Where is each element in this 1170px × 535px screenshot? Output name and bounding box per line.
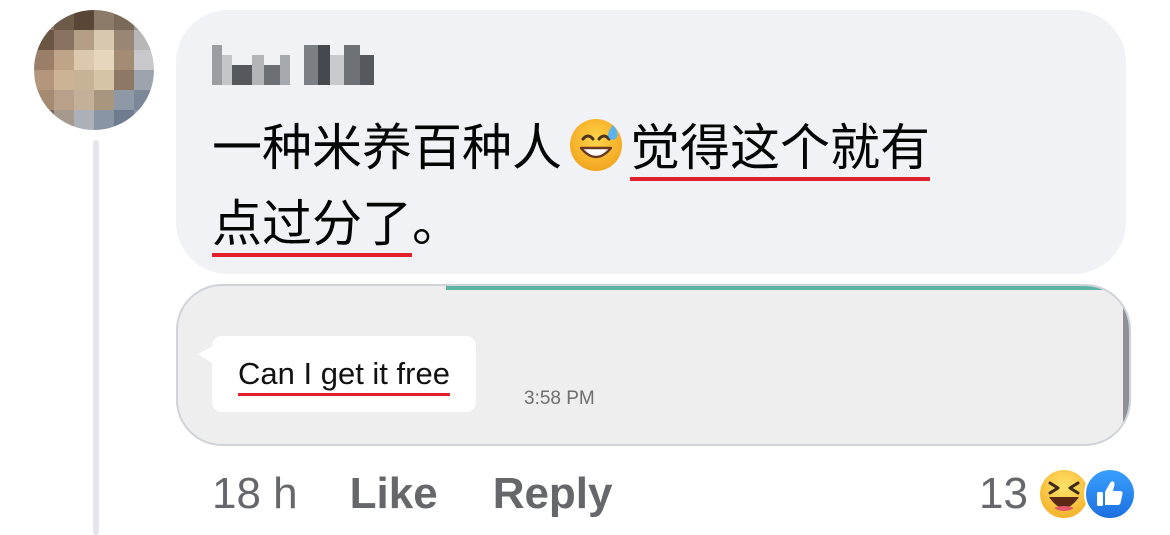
reaction-count: 13 <box>979 469 1028 518</box>
comment-text-underlined-a: 觉得这个就有 <box>630 119 930 177</box>
sweat-smile-emoji-icon <box>570 119 622 171</box>
avatar[interactable] <box>34 10 154 130</box>
comment-actions: 18 h Like Reply <box>212 462 668 526</box>
attached-image[interactable]: Can I get it free 3:58 PM <box>176 284 1131 446</box>
reply-button[interactable]: Reply <box>493 469 613 519</box>
attachment-scrollbar <box>1123 300 1129 430</box>
timestamp-link[interactable]: 18 h <box>212 469 298 519</box>
comment-text-underlined-b: 点过分了 <box>212 195 412 253</box>
like-button[interactable]: Like <box>350 469 438 519</box>
chat-message-text: Can I get it free <box>238 356 450 391</box>
comment-text-part1: 一种米养百种人 <box>212 119 562 177</box>
attachment-accent-bar <box>446 286 1106 290</box>
thread-connector-line <box>93 140 99 535</box>
comment-text-end: 。 <box>412 195 462 253</box>
author-name[interactable] <box>212 45 376 85</box>
reactions-summary[interactable]: 13 <box>979 462 1136 526</box>
chat-message-bubble: Can I get it free <box>212 336 476 412</box>
haha-reaction-icon <box>1038 468 1090 520</box>
comment-text: 一种米养百种人 觉得这个就有点过分了。 <box>212 110 1102 262</box>
comment-thread: 一种米养百种人 觉得这个就有点过分了。 Can I get it free 3:… <box>0 0 1170 535</box>
chat-message-time: 3:58 PM <box>524 388 595 409</box>
reaction-icons <box>1038 466 1136 522</box>
like-reaction-icon <box>1084 468 1136 520</box>
